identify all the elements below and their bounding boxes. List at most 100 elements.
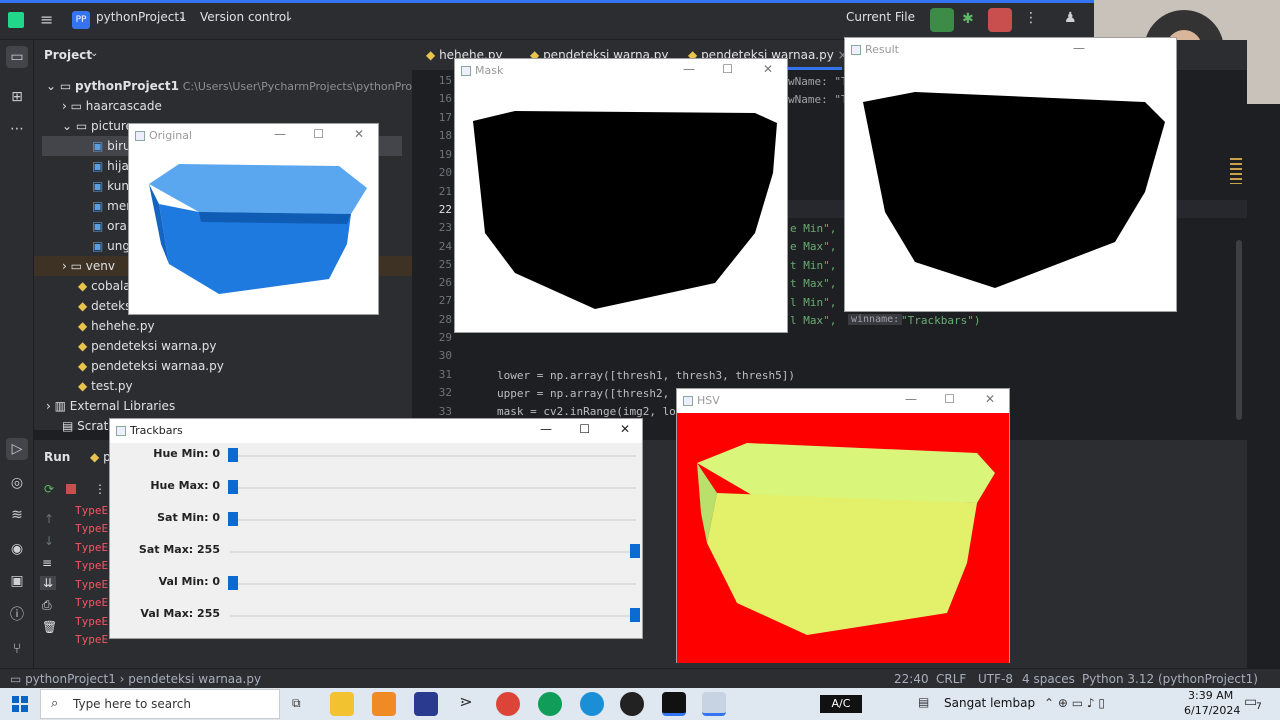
trackbar-thumb[interactable] (228, 480, 238, 494)
tree-item[interactable]: › ▭ venv (62, 256, 115, 276)
tree-item[interactable]: ▤ Scratc (62, 416, 115, 436)
tree-item[interactable]: ◆ test.py (78, 376, 133, 396)
git-icon[interactable]: ⑂ (6, 638, 28, 660)
minimize-icon[interactable]: — (905, 392, 917, 406)
tree-item[interactable]: ▣ hija (92, 156, 129, 176)
tree-item[interactable]: ◆ cobala (78, 276, 131, 296)
window-titlebar[interactable]: HSV — ☐ ✕ (677, 389, 1009, 413)
chrome-alt-icon[interactable] (538, 692, 562, 716)
caret-position[interactable]: 22:40 (894, 672, 929, 686)
interpreter[interactable]: Python 3.12 (pythonProject1) (1082, 672, 1258, 686)
more-icon[interactable]: ⋮ (1024, 10, 1038, 26)
tree-item[interactable]: ◆ deteks (78, 296, 131, 316)
clock-time[interactable]: 3:39 AM (1188, 689, 1233, 702)
edge-icon[interactable] (580, 692, 604, 716)
chevron-down-icon[interactable]: ⌄ (178, 12, 186, 23)
tree-item[interactable]: ▣ kun (92, 176, 129, 196)
wrap-icon[interactable]: ≡ (42, 556, 52, 570)
maximize-icon[interactable]: ☐ (313, 127, 324, 141)
app-icon[interactable] (372, 692, 396, 716)
trackbar-track[interactable] (230, 583, 636, 585)
file-explorer-icon[interactable] (330, 692, 354, 716)
weather-text[interactable]: Sangat lembap (944, 696, 1035, 710)
more-tools-icon[interactable]: ⋯ (6, 118, 28, 140)
scroll-end-icon[interactable]: ⇊ (40, 576, 57, 590)
layers-icon[interactable]: ≋ (6, 504, 28, 526)
trackbar-track[interactable] (230, 551, 636, 553)
python-console-icon[interactable]: ◎ (6, 472, 28, 494)
tree-item[interactable]: › ▥ External Libraries (46, 396, 175, 416)
trackbar-track[interactable] (230, 455, 636, 457)
obs-icon[interactable] (620, 692, 644, 716)
down-icon[interactable]: ↓ (44, 534, 54, 548)
minimize-icon[interactable]: — (683, 62, 695, 76)
stop-icon[interactable] (66, 484, 76, 494)
weather-icon[interactable]: ▤ (918, 695, 929, 709)
indent[interactable]: 4 spaces (1022, 672, 1075, 686)
search-box[interactable]: ⌕ Type here to search (40, 689, 280, 719)
terminal-icon[interactable]: ▣ (6, 570, 28, 592)
problems-icon[interactable]: ⓘ (6, 604, 28, 626)
trash-icon[interactable]: 🗑 (42, 620, 57, 634)
debug-icon[interactable]: ✱ (962, 11, 974, 27)
tree-item[interactable]: ▣ ora (92, 216, 127, 236)
python-window-icon[interactable] (702, 692, 726, 716)
tree-item[interactable]: ▣ mer (92, 196, 131, 216)
tree-item[interactable]: ◆ hehehe.py (78, 316, 155, 336)
run-title[interactable]: Run (44, 450, 70, 464)
trackbar-thumb[interactable] (228, 576, 238, 590)
mask-window[interactable]: Mask — ☐ ✕ (454, 58, 788, 333)
trackbar-thumb[interactable] (630, 544, 640, 558)
original-window[interactable]: Original — ☐ ✕ (128, 123, 379, 315)
tree-item[interactable]: ◆ pendeteksi warna.py (78, 336, 217, 356)
trackbar-thumb[interactable] (630, 608, 640, 622)
close-icon[interactable]: ✕ (354, 127, 364, 141)
chevron-down-icon[interactable]: ⌄ (285, 12, 293, 23)
trackbar-thumb[interactable] (228, 448, 238, 462)
scrollbar[interactable] (1236, 240, 1242, 420)
trackbar-track[interactable] (230, 487, 636, 489)
account-icon[interactable]: ♟ (1064, 10, 1077, 26)
services-icon[interactable]: ◉ (6, 538, 28, 560)
run-icon[interactable]: ▷ (6, 438, 28, 460)
run-tab[interactable]: ◆ p (90, 450, 111, 464)
rerun-icon[interactable] (930, 8, 954, 32)
window-titlebar[interactable]: Mask — ☐ ✕ (455, 59, 787, 83)
minimize-icon[interactable]: — (1073, 41, 1085, 55)
ac-badge[interactable]: A/C (820, 695, 862, 713)
devc-icon[interactable] (414, 692, 438, 716)
maximize-icon[interactable]: ☐ (722, 62, 733, 76)
clock-date[interactable]: 6/17/2024 (1184, 704, 1240, 717)
hsv-window[interactable]: HSV — ☐ ✕ (676, 388, 1010, 663)
encoding[interactable]: UTF-8 (978, 672, 1013, 686)
more-icon[interactable]: ⋮ (94, 482, 106, 496)
tree-item[interactable]: ▣ ung (92, 236, 130, 256)
stop-button[interactable] (988, 8, 1012, 32)
project-name[interactable]: pythonProject1 (96, 10, 187, 24)
trackbars-window[interactable]: Trackbars — ☐ ✕ Hue Min: 0 Hue Max: 0 Sat … (109, 418, 643, 639)
maximize-icon[interactable]: ☐ (944, 392, 955, 406)
window-titlebar[interactable]: Result — (845, 38, 1176, 62)
tray-icons[interactable]: ⌃ ⊕ ▭ ♪ ▯ (1044, 696, 1105, 710)
windows-start-icon[interactable] (12, 696, 28, 712)
line-separator[interactable]: CRLF (936, 672, 966, 686)
run-config[interactable]: Current File (846, 10, 915, 24)
app-logo-icon[interactable] (8, 12, 24, 28)
minimize-icon[interactable]: — (540, 422, 552, 436)
tree-root[interactable]: ⌄ ▭ pythonProject1 C:\Users\User\Pycharm… (46, 76, 439, 96)
folder-icon[interactable]: ▭ (6, 46, 28, 68)
window-titlebar[interactable]: Original — ☐ ✕ (129, 124, 378, 148)
up-icon[interactable]: ↑ (44, 512, 54, 526)
tree-item[interactable]: ◆ pendeteksi warnaa.py (78, 356, 224, 376)
maximize-icon[interactable]: ☐ (579, 422, 590, 436)
result-window[interactable]: Result — (844, 37, 1177, 312)
main-menu-icon[interactable]: ≡ (40, 10, 53, 29)
pycharm-icon[interactable] (662, 692, 686, 716)
task-view-icon[interactable]: ⧉ (292, 696, 301, 711)
structure-icon[interactable]: ⊞ (6, 86, 28, 108)
vscode-icon[interactable]: ⋗ (454, 692, 478, 716)
tree-item[interactable]: ⌄ ▭ picture (62, 116, 133, 136)
tree-item[interactable]: › ▭ haarcascade (62, 96, 162, 116)
project-badge[interactable]: PP (72, 11, 90, 29)
trackbar-track[interactable] (230, 519, 636, 521)
